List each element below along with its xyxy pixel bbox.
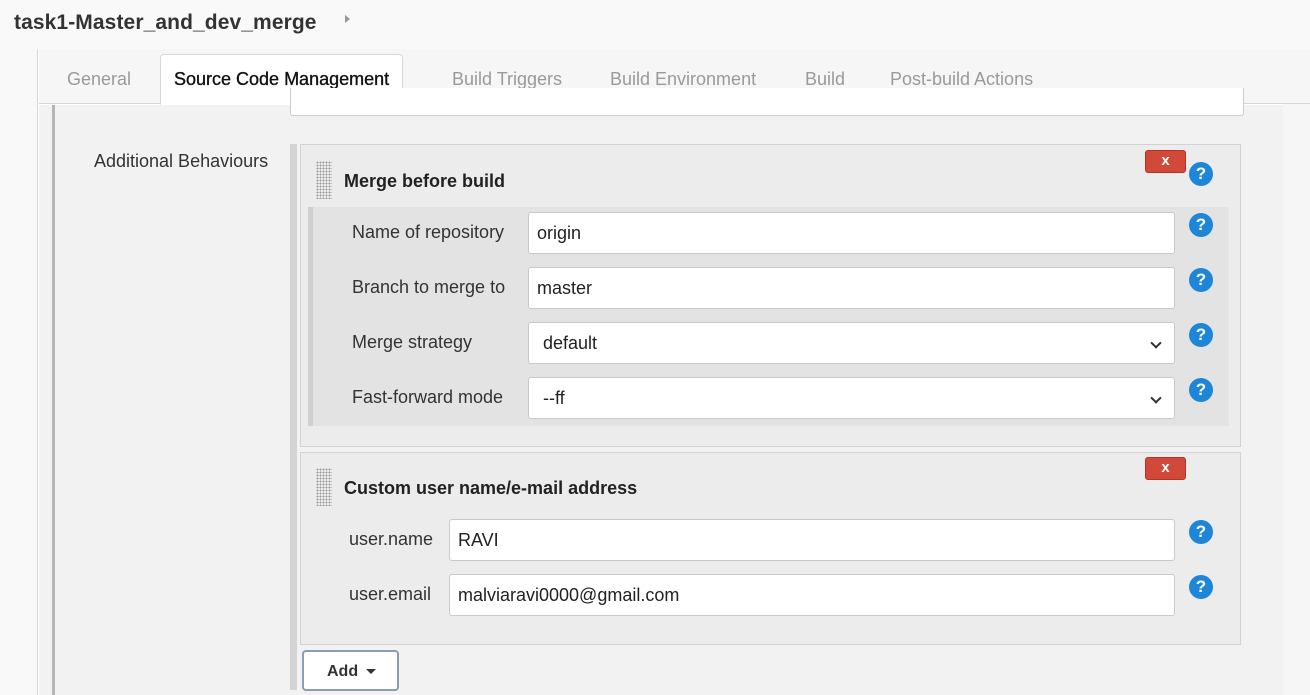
add-button-label: Add xyxy=(327,663,359,680)
delete-custom-user-button[interactable]: x xyxy=(1145,457,1186,480)
help-icon[interactable]: ? xyxy=(1189,520,1213,544)
right-gutter xyxy=(1283,104,1310,695)
chevron-down-icon xyxy=(1150,392,1162,404)
tab-general[interactable]: General xyxy=(67,69,131,90)
additional-behaviours-strip xyxy=(290,144,297,690)
user-name-input[interactable]: RAVI xyxy=(449,519,1175,561)
caret-down-icon xyxy=(366,669,376,674)
fast-forward-label: Fast-forward mode xyxy=(352,387,504,407)
chevron-down-icon xyxy=(1150,337,1162,349)
breadcrumb-arrow-icon[interactable] xyxy=(345,15,350,23)
previous-field-partial[interactable] xyxy=(290,88,1244,116)
help-icon[interactable]: ? xyxy=(1189,575,1213,599)
merge-strategy-select[interactable]: default xyxy=(528,322,1175,364)
repo-name-input[interactable]: origin xyxy=(528,212,1175,254)
branch-label: Branch to merge to xyxy=(352,277,506,297)
fast-forward-value: --ff xyxy=(543,388,565,408)
custom-user-title: Custom user name/e-mail address xyxy=(344,478,638,498)
tab-build-triggers[interactable]: Build Triggers xyxy=(452,69,562,90)
merge-before-build-title: Merge before build xyxy=(344,171,506,191)
help-icon[interactable]: ? xyxy=(1189,213,1213,237)
merge-strategy-label: Merge strategy xyxy=(352,332,473,352)
breadcrumb-bar: task1-Master_and_dev_merge xyxy=(0,0,1310,49)
left-gutter xyxy=(0,49,38,695)
help-icon[interactable]: ? xyxy=(1189,268,1213,292)
help-icon[interactable]: ? xyxy=(1189,378,1213,402)
user-email-input[interactable]: malviaravi0000@gmail.com xyxy=(449,574,1175,616)
drag-handle-icon[interactable] xyxy=(316,161,332,199)
additional-behaviours-label: Additional Behaviours xyxy=(94,151,269,171)
repo-name-label: Name of repository xyxy=(352,222,505,242)
fast-forward-select[interactable]: --ff xyxy=(528,377,1175,419)
tab-post-build-actions[interactable]: Post-build Actions xyxy=(890,69,1033,90)
help-icon[interactable]: ? xyxy=(1189,323,1213,347)
user-name-label: user.name xyxy=(349,529,434,549)
help-icon[interactable]: ? xyxy=(1189,162,1213,186)
merge-strategy-value: default xyxy=(543,333,598,353)
branch-input[interactable]: master xyxy=(528,267,1175,309)
add-behaviour-button[interactable]: Add xyxy=(302,650,399,691)
tab-build[interactable]: Build xyxy=(805,69,845,90)
tab-build-environment[interactable]: Build Environment xyxy=(610,69,756,90)
drag-handle-icon[interactable] xyxy=(316,468,332,506)
user-email-label: user.email xyxy=(349,584,432,604)
job-title-link[interactable]: task1-Master_and_dev_merge xyxy=(14,11,317,35)
delete-merge-before-build-button[interactable]: x xyxy=(1145,150,1186,173)
